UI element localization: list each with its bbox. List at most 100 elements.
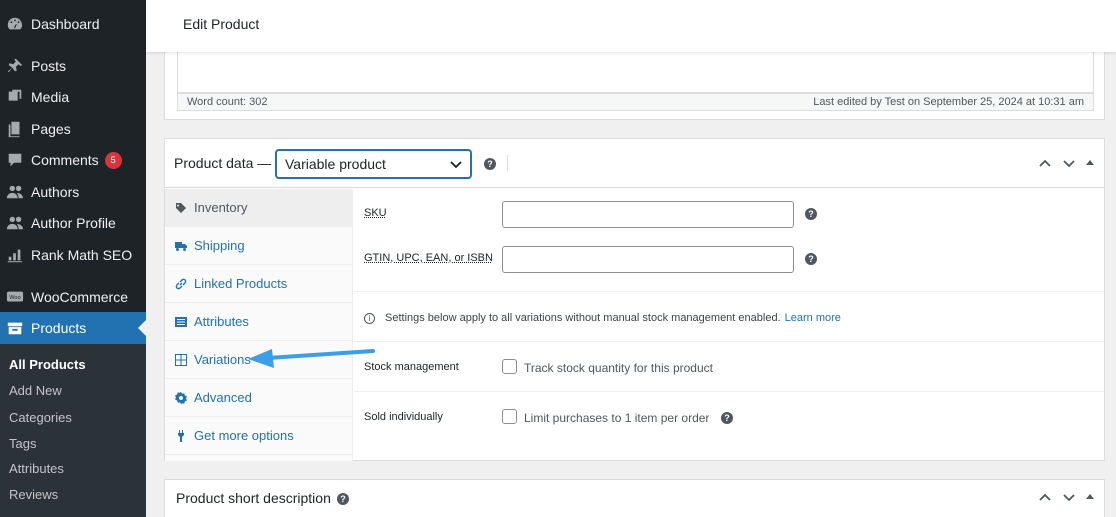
tab-linked-products[interactable]: Linked Products	[165, 265, 353, 303]
woo-icon: Woo	[5, 287, 25, 307]
product-data-header: Product data — Variable product ?	[165, 139, 1104, 188]
divider	[354, 291, 1104, 292]
chevron-up-icon[interactable]	[1037, 489, 1053, 505]
media-icon	[5, 87, 25, 107]
pin-icon	[5, 56, 25, 76]
menu-label: Comments	[31, 152, 99, 168]
menu-label: Dashboard	[31, 16, 100, 32]
menu-author-profile[interactable]: Author Profile	[0, 207, 146, 239]
sku-label: SKU	[364, 207, 387, 219]
product-data-title: Product data —	[174, 155, 272, 171]
gtin-input[interactable]	[502, 246, 794, 273]
list-icon	[175, 316, 187, 328]
sku-input[interactable]	[502, 201, 794, 228]
tab-label: Linked Products	[194, 276, 288, 291]
editor-content-area[interactable]	[177, 45, 1094, 93]
gear-icon	[175, 391, 187, 404]
users-icon	[5, 213, 25, 233]
product-data-panel: Product data — Variable product ? Invent…	[164, 138, 1105, 461]
learn-more-link[interactable]: Learn more	[785, 312, 841, 324]
chevron-down-icon[interactable]	[1061, 155, 1077, 171]
stock-management-checkbox-label[interactable]: Track stock quantity for this product	[524, 361, 713, 375]
tab-label: Attributes	[194, 314, 249, 329]
menu-dashboard[interactable]: Dashboard	[0, 8, 146, 40]
menu-rank-math-seo[interactable]: Rank Math SEO	[0, 239, 146, 271]
info-icon: i	[364, 312, 375, 324]
menu-label: Posts	[31, 58, 67, 74]
short-description-title: Product short description	[176, 490, 331, 506]
tab-advanced[interactable]: Advanced	[165, 379, 353, 417]
menu-media[interactable]: Media	[0, 81, 146, 113]
submenu-categories[interactable]: Categories	[9, 410, 72, 425]
tab-shipping[interactable]: Shipping	[165, 227, 353, 265]
product-data-tabs: Inventory Shipping Linked Products Attri…	[165, 189, 353, 461]
divider	[354, 391, 1104, 392]
menu-label: Authors	[31, 184, 80, 200]
menu-posts[interactable]: Posts	[0, 50, 146, 82]
word-count: Word count: 302	[187, 96, 268, 108]
menu-products[interactable]: Products	[0, 312, 146, 344]
submenu-attributes[interactable]: Attributes	[9, 461, 64, 476]
divider	[507, 155, 508, 171]
menu-label: Author Profile	[31, 215, 116, 231]
tab-label: Inventory	[194, 200, 248, 215]
menu-label: Media	[31, 89, 70, 105]
chevron-up-icon[interactable]	[1037, 155, 1053, 171]
products-submenu: All Products Add New Categories Tags Att…	[0, 344, 146, 517]
collapse-toggle-icon[interactable]	[1085, 489, 1095, 505]
tab-label: Advanced	[194, 390, 252, 405]
editor-box: Word count: 302 Last edited by Test on S…	[164, 44, 1105, 120]
tab-attributes[interactable]: Attributes	[165, 303, 353, 341]
comment-icon	[5, 150, 25, 170]
submenu-add-new[interactable]: Add New	[9, 383, 62, 398]
grid-icon	[175, 353, 187, 366]
tab-inventory[interactable]: Inventory	[165, 189, 353, 227]
help-icon[interactable]: ?	[721, 412, 733, 424]
submenu-reviews[interactable]: Reviews	[9, 487, 58, 502]
plugin-icon	[175, 429, 187, 442]
sold-individually-label: Sold individually	[364, 411, 443, 423]
menu-woocommerce[interactable]: Woo WooCommerce	[0, 281, 146, 313]
notice-text: Settings below apply to all variations w…	[385, 312, 781, 324]
sold-individually-checkbox[interactable]	[502, 409, 517, 424]
submenu-all-products[interactable]: All Products	[9, 357, 86, 372]
menu-authors[interactable]: Authors	[0, 176, 146, 208]
tag-icon	[175, 202, 187, 214]
menu-comments[interactable]: Comments 5	[0, 144, 146, 176]
chevron-down-icon[interactable]	[1061, 489, 1077, 505]
product-type-value: Variable product	[285, 156, 386, 172]
page-header: Edit Product	[146, 0, 1116, 52]
pages-icon	[5, 119, 25, 139]
collapse-toggle-icon[interactable]	[1085, 155, 1095, 171]
gtin-label: GTIN, UPC, EAN, or ISBN	[364, 252, 493, 264]
svg-text:Woo: Woo	[9, 295, 21, 301]
stock-notice: i Settings below apply to all variations…	[364, 312, 841, 324]
divider	[354, 341, 1104, 342]
tab-get-more-options[interactable]: Get more options	[165, 417, 353, 455]
menu-label: Products	[31, 320, 87, 336]
users-icon	[5, 182, 25, 202]
tab-label: Shipping	[194, 238, 245, 253]
menu-pages[interactable]: Pages	[0, 113, 146, 145]
help-icon[interactable]: ?	[805, 253, 817, 265]
inventory-fields: SKU ? GTIN, UPC, EAN, or ISBN ? i Settin…	[354, 189, 1104, 461]
tab-label: Get more options	[194, 428, 294, 443]
help-icon[interactable]: ?	[805, 208, 817, 220]
comment-count-badge: 5	[104, 151, 122, 169]
truck-icon	[175, 240, 187, 252]
annotation-arrow	[248, 349, 375, 368]
dashboard-icon	[5, 14, 25, 34]
help-icon[interactable]: ?	[484, 158, 496, 170]
admin-sidebar: Dashboard Posts Media Pages Comments 5 A…	[0, 0, 146, 517]
help-icon[interactable]: ?	[337, 493, 349, 505]
editor-status-bar: Word count: 302 Last edited by Test on S…	[177, 93, 1094, 111]
sold-individually-checkbox-label[interactable]: Limit purchases to 1 item per order	[524, 411, 709, 425]
submenu-tags[interactable]: Tags	[9, 436, 36, 451]
last-edited: Last edited by Test on September 25, 202…	[813, 96, 1084, 108]
archive-icon	[5, 318, 25, 338]
menu-label: Rank Math SEO	[31, 247, 133, 263]
page-title: Edit Product	[183, 16, 260, 32]
product-type-select[interactable]: Variable product	[276, 150, 471, 178]
menu-label: Pages	[31, 121, 71, 137]
stock-management-checkbox[interactable]	[502, 359, 517, 374]
